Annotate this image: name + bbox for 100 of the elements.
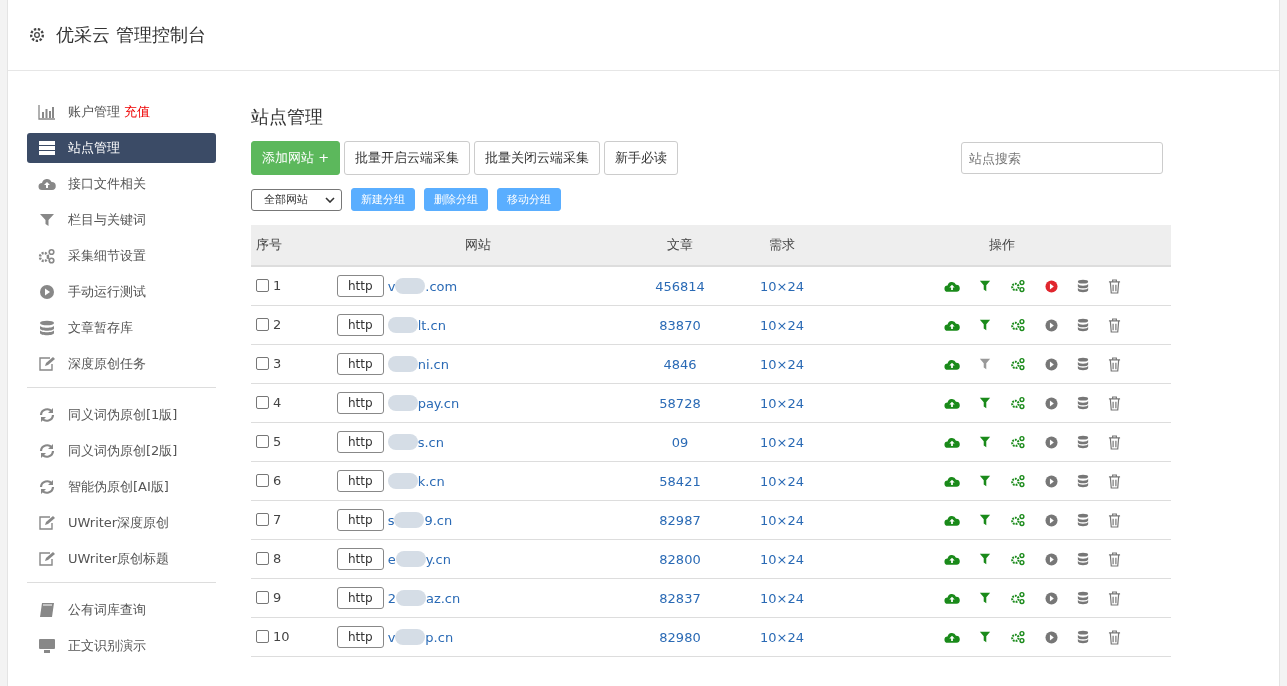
trash-icon[interactable] (1107, 512, 1121, 528)
gears-icon[interactable] (1009, 513, 1026, 527)
trash-icon[interactable] (1107, 473, 1121, 489)
domain-link[interactable]: s.cn (417, 434, 444, 450)
sidebar-item[interactable]: UWriter深度原创 (27, 508, 216, 538)
gears-icon[interactable] (1009, 591, 1026, 605)
cloud-upload-icon[interactable] (943, 630, 960, 644)
filter-icon[interactable] (978, 514, 991, 526)
domain-link[interactable]: 9.cn (424, 512, 453, 528)
cloud-upload-icon[interactable] (943, 318, 960, 332)
sidebar-item[interactable]: 站点管理 (27, 133, 216, 163)
sidebar-item[interactable]: 采集细节设置 (27, 241, 216, 271)
play-icon[interactable] (1044, 318, 1058, 332)
recharge-link[interactable]: 充值 (124, 103, 150, 121)
play-icon[interactable] (1044, 630, 1058, 644)
sidebar-item[interactable]: 同义词伪原创[1版] (27, 400, 216, 430)
domain-link[interactable]: az.cn (425, 590, 461, 606)
filter-icon[interactable] (978, 475, 991, 487)
trash-icon[interactable] (1107, 317, 1121, 333)
filter-icon[interactable] (978, 280, 991, 292)
domain-link[interactable]: k.cn (417, 473, 445, 489)
cloud-upload-icon[interactable] (943, 357, 960, 371)
database-icon[interactable] (1076, 279, 1089, 293)
toolbar-button[interactable]: 新手必读 (604, 141, 679, 175)
play-icon[interactable] (1044, 357, 1058, 371)
domain-link[interactable]: ni.cn (417, 356, 449, 372)
gears-icon[interactable] (1009, 630, 1026, 644)
sidebar-item[interactable]: 文章暂存库 (27, 313, 216, 343)
play-icon[interactable] (1044, 591, 1058, 605)
cloud-upload-icon[interactable] (943, 435, 960, 449)
sidebar-item[interactable]: 正文识别演示 (27, 631, 216, 661)
row-checkbox[interactable] (256, 551, 269, 565)
cloud-upload-icon[interactable] (943, 474, 960, 488)
database-icon[interactable] (1076, 552, 1089, 566)
toolbar-button[interactable]: 批量关闭云端采集 (474, 141, 601, 175)
database-icon[interactable] (1076, 630, 1089, 644)
filter-icon[interactable] (978, 397, 991, 409)
database-icon[interactable] (1076, 591, 1089, 605)
row-checkbox[interactable] (256, 317, 269, 331)
sidebar-item[interactable]: UWriter原创标题 (27, 544, 216, 574)
row-checkbox[interactable] (256, 512, 269, 526)
play-icon[interactable] (1044, 396, 1058, 410)
cloud-upload-icon[interactable] (943, 396, 960, 410)
row-checkbox[interactable] (256, 356, 269, 370)
filter-icon[interactable] (978, 436, 991, 448)
domain-link[interactable]: s (387, 512, 395, 528)
sidebar-item[interactable]: 账户管理 充值 (27, 97, 216, 127)
gears-icon[interactable] (1009, 279, 1026, 293)
filter-icon[interactable] (978, 592, 991, 604)
domain-link[interactable]: v (387, 278, 396, 294)
filter-icon[interactable] (978, 358, 991, 370)
domain-link[interactable]: lt.cn (417, 317, 446, 333)
sidebar-item[interactable]: 公有词库查询 (27, 595, 216, 625)
gears-icon[interactable] (1009, 396, 1026, 410)
row-checkbox[interactable] (256, 590, 269, 604)
group-select[interactable]: 全部网站 (251, 188, 342, 211)
row-checkbox[interactable] (256, 629, 269, 643)
database-icon[interactable] (1076, 318, 1089, 332)
row-checkbox[interactable] (256, 278, 269, 292)
trash-icon[interactable] (1107, 590, 1121, 606)
trash-icon[interactable] (1107, 551, 1121, 567)
gears-icon[interactable] (1009, 357, 1026, 371)
database-icon[interactable] (1076, 435, 1089, 449)
domain-link[interactable]: pay.cn (417, 395, 460, 411)
sidebar-item[interactable]: 接口文件相关 (27, 169, 216, 199)
toolbar-button[interactable]: 批量开启云端采集 (344, 141, 471, 175)
domain-link[interactable]: e (387, 551, 396, 567)
row-checkbox[interactable] (256, 434, 269, 448)
cloud-upload-icon[interactable] (943, 552, 960, 566)
sidebar-item[interactable]: 手动运行测试 (27, 277, 216, 307)
search-field[interactable]: 站点搜索 (961, 142, 1163, 174)
cloud-upload-icon[interactable] (943, 513, 960, 527)
gears-icon[interactable] (1009, 552, 1026, 566)
row-checkbox[interactable] (256, 473, 269, 487)
cloud-upload-icon[interactable] (943, 591, 960, 605)
play-icon[interactable] (1044, 552, 1058, 566)
cloud-upload-icon[interactable] (943, 279, 960, 293)
database-icon[interactable] (1076, 396, 1089, 410)
sidebar-item[interactable]: 同义词伪原创[2版] (27, 436, 216, 466)
filter-icon[interactable] (978, 631, 991, 643)
database-icon[interactable] (1076, 513, 1089, 527)
domain-link[interactable]: .com (425, 278, 458, 294)
database-icon[interactable] (1076, 474, 1089, 488)
filter-icon[interactable] (978, 319, 991, 331)
play-icon[interactable] (1044, 279, 1058, 293)
play-icon[interactable] (1044, 513, 1058, 527)
gears-icon[interactable] (1009, 435, 1026, 449)
domain-link[interactable]: 2 (387, 590, 396, 606)
trash-icon[interactable] (1107, 356, 1121, 372)
trash-icon[interactable] (1107, 629, 1121, 645)
play-icon[interactable] (1044, 435, 1058, 449)
domain-link[interactable]: y.cn (425, 551, 451, 567)
sidebar-item[interactable]: 智能伪原创[AI版] (27, 472, 216, 502)
filter-icon[interactable] (978, 553, 991, 565)
database-icon[interactable] (1076, 357, 1089, 371)
gears-icon[interactable] (1009, 474, 1026, 488)
sidebar-item[interactable]: 深度原创任务 (27, 349, 216, 379)
trash-icon[interactable] (1107, 395, 1121, 411)
domain-link[interactable]: p.cn (425, 629, 454, 645)
row-checkbox[interactable] (256, 395, 269, 409)
